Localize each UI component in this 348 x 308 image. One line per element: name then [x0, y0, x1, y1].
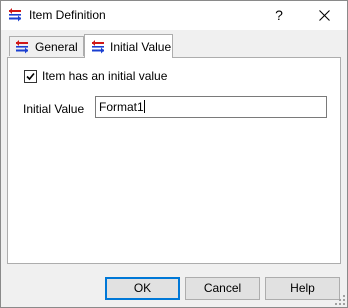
checkmark-icon — [26, 72, 35, 81]
has-initial-value-label: Item has an initial value — [42, 69, 168, 83]
text-caret — [143, 100, 145, 113]
item-definition-icon — [15, 40, 29, 54]
initial-value-panel: Item has an initial value Initial Value … — [7, 57, 341, 264]
initial-value-input[interactable]: Format1 — [95, 96, 327, 118]
cancel-button[interactable]: Cancel — [185, 277, 260, 300]
checkbox-box[interactable] — [24, 70, 37, 83]
item-definition-icon — [91, 40, 105, 54]
close-button[interactable] — [303, 1, 347, 30]
help-button[interactable]: Help — [265, 277, 340, 300]
tab-initial-value-label: Initial Value — [110, 40, 172, 54]
context-help-button[interactable]: ? — [257, 1, 301, 30]
initial-value-label: Initial Value — [23, 102, 85, 116]
tab-general-label: General — [35, 40, 78, 54]
resize-grip-icon[interactable] — [335, 295, 345, 305]
title-bar: Item Definition ? — [1, 1, 347, 30]
initial-value-text: Format1 — [99, 100, 144, 114]
tab-strip: General Initial Value — [7, 34, 341, 58]
dialog-window: Item Definition ? General Initial Value … — [0, 0, 348, 308]
close-icon — [319, 10, 330, 21]
ok-button[interactable]: OK — [105, 277, 180, 300]
dialog-title: Item Definition — [29, 8, 106, 22]
tab-general[interactable]: General — [9, 36, 84, 56]
tab-initial-value[interactable]: Initial Value — [84, 34, 173, 58]
item-definition-icon — [8, 8, 22, 22]
